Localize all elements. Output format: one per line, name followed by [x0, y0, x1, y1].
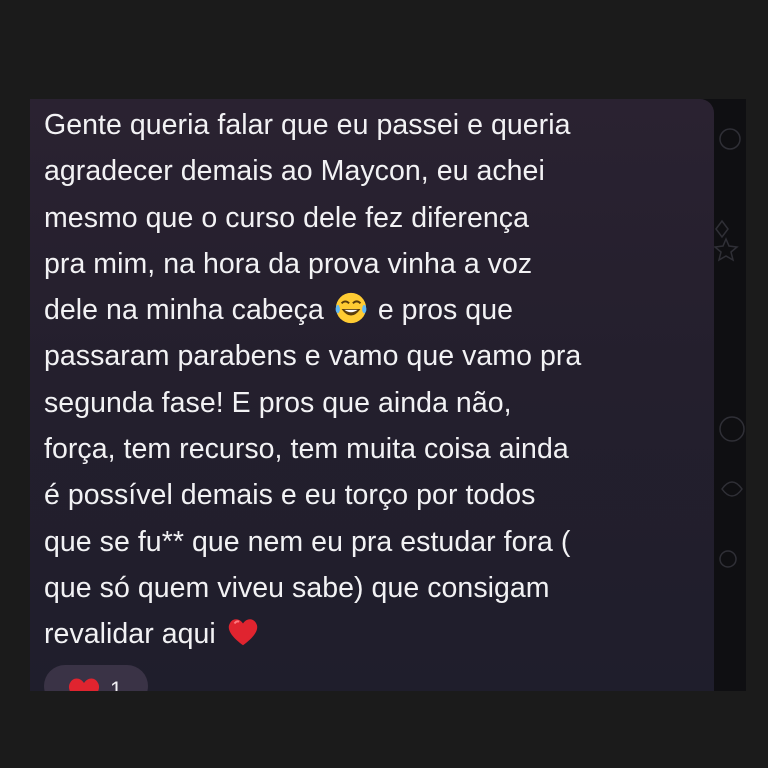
- message-line: força, tem recurso, tem muita coisa aind…: [44, 433, 569, 466]
- message-text: Gente queria falar que eu passei e queri…: [44, 102, 709, 658]
- message-line: Gente queria falar que eu passei e queri…: [44, 109, 571, 141]
- chat-background: Gente queria falar que eu passei e queri…: [30, 99, 746, 691]
- message-line: passaram parabens e vamo que vamo pra: [44, 340, 582, 373]
- message-line: revalidar aqui: [44, 618, 216, 651]
- message-line: e pros que: [377, 294, 513, 327]
- message-bubble[interactable]: Gente queria falar que eu passei e queri…: [30, 99, 714, 691]
- message-line: que se fu** que nem eu pra estudar fora …: [44, 525, 571, 558]
- message-line: dele na minha cabeça: [44, 294, 324, 327]
- red-heart-emoji: [228, 619, 258, 646]
- message-line: segunda fase! E pros que ainda não,: [44, 386, 512, 419]
- screenshot-frame: Gente queria falar que eu passei e queri…: [0, 0, 768, 768]
- message-line: que só quem viveu sabe) que consigam: [44, 571, 550, 604]
- reaction-chip[interactable]: 1: [44, 665, 148, 691]
- message-line: mesmo que o curso dele fez diferença: [44, 201, 529, 234]
- heart-reaction-icon: [68, 678, 100, 691]
- laughing-with-tears-emoji: [335, 293, 367, 324]
- reaction-count: 1: [110, 677, 123, 691]
- message-line: pra mim, na hora da prova vinha a voz: [44, 247, 533, 280]
- message-line: agradecer demais ao Maycon, eu achei: [44, 155, 545, 188]
- message-line: é possível demais e eu torço por todos: [44, 479, 536, 512]
